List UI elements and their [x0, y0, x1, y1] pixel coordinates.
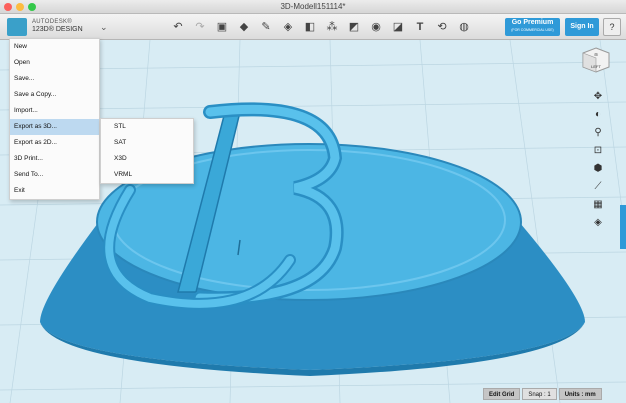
window-title: 3D-Modell151114* — [280, 2, 346, 11]
menu-export-3d[interactable]: Export as 3D... — [10, 119, 99, 135]
app-logo-icon[interactable] — [7, 18, 27, 36]
viewcube-face-label: LEFT — [591, 64, 601, 69]
measure-icon[interactable]: ◪ — [390, 19, 406, 35]
material-icon[interactable]: ◍ — [456, 19, 472, 35]
side-panel-tab[interactable] — [620, 205, 626, 249]
grid-icon[interactable]: ▦ — [591, 198, 605, 212]
viewcube[interactable]: ⊞ — [581, 47, 611, 73]
menu-open[interactable]: Open — [10, 55, 99, 71]
menu-3d-print[interactable]: 3D Print... — [10, 151, 99, 167]
menu-save-a-copy[interactable]: Save a Copy... — [10, 87, 99, 103]
title-bar: 3D-Modell151114* — [0, 0, 626, 14]
grouping-icon[interactable]: ◩ — [346, 19, 362, 35]
edit-grid-button[interactable]: Edit Grid — [483, 388, 521, 400]
snap-icon[interactable]: ⟲ — [434, 19, 450, 35]
combine-icon[interactable]: ◉ — [368, 19, 384, 35]
view-icon[interactable]: ⬢ — [591, 162, 605, 176]
app-window: 3D-Modell151114* AUTODESK® 123D® DESIGN … — [0, 0, 626, 403]
menu-import[interactable]: Import... — [10, 103, 99, 119]
menu-new[interactable]: New — [10, 39, 99, 55]
snap-selector[interactable]: Snap : 1 — [522, 388, 557, 400]
undo-icon[interactable]: ↶ — [170, 19, 186, 35]
brand-product: 123D® DESIGN — [32, 26, 83, 33]
submenu-stl[interactable]: STL — [101, 119, 193, 135]
toolbar-icons: ↶ ↷ ▣ ◆ ✎ ◈ ◧ ⁂ ◩ ◉ ◪ T ⟲ ◍ — [170, 19, 472, 35]
visibility-icon[interactable]: ⟋ — [591, 180, 605, 194]
submenu-vrml[interactable]: VRML — [101, 167, 193, 183]
pan-icon[interactable]: ✥ — [591, 90, 605, 104]
zoom-icon[interactable]: ⚲ — [591, 126, 605, 140]
svg-text:⊞: ⊞ — [594, 52, 597, 57]
menu-exit[interactable]: Exit — [10, 183, 99, 199]
menu-save[interactable]: Save... — [10, 71, 99, 87]
orbit-icon[interactable]: ◐ — [591, 108, 605, 122]
menu-export-2d[interactable]: Export as 2D... — [10, 135, 99, 151]
modify-icon[interactable]: ◧ — [302, 19, 318, 35]
sketch-icon[interactable]: ✎ — [258, 19, 274, 35]
redo-icon[interactable]: ↷ — [192, 19, 208, 35]
text-icon[interactable]: T — [412, 19, 428, 35]
status-bar: Edit Grid Snap : 1 Units : mm — [483, 388, 602, 400]
units-selector[interactable]: Units : mm — [558, 388, 602, 400]
brand-autodesk: AUTODESK® — [32, 19, 73, 25]
submenu-x3d[interactable]: X3D — [101, 151, 193, 167]
pattern-icon[interactable]: ⁂ — [324, 19, 340, 35]
primitives-icon[interactable]: ◆ — [236, 19, 252, 35]
new-object-icon[interactable]: ▣ — [214, 19, 230, 35]
material-view-icon[interactable]: ◈ — [591, 216, 605, 230]
main-toolbar: AUTODESK® 123D® DESIGN ⌄ ↶ ↷ ▣ ◆ ✎ ◈ ◧ ⁂… — [0, 14, 626, 40]
premium-sub-label: (FOR COMMERCIAL USE) — [511, 28, 554, 32]
export-3d-submenu: STL SAT X3D VRML — [100, 118, 194, 184]
app-menu: New Open Save... Save a Copy... Import..… — [9, 38, 100, 200]
app-menu-caret-icon[interactable]: ⌄ — [100, 22, 108, 33]
navigation-bar: ✥ ◐ ⚲ ⊡ ⬢ ⟋ ▦ ◈ — [590, 90, 606, 230]
go-premium-button[interactable]: Go Premium (FOR COMMERCIAL USE) — [505, 18, 560, 36]
fit-icon[interactable]: ⊡ — [591, 144, 605, 158]
sign-in-button[interactable]: Sign In — [565, 18, 599, 36]
construct-icon[interactable]: ◈ — [280, 19, 296, 35]
help-button[interactable]: ? — [603, 18, 621, 36]
menu-send-to[interactable]: Send To... — [10, 167, 99, 183]
premium-label: Go Premium — [511, 19, 554, 26]
submenu-sat[interactable]: SAT — [101, 135, 193, 151]
